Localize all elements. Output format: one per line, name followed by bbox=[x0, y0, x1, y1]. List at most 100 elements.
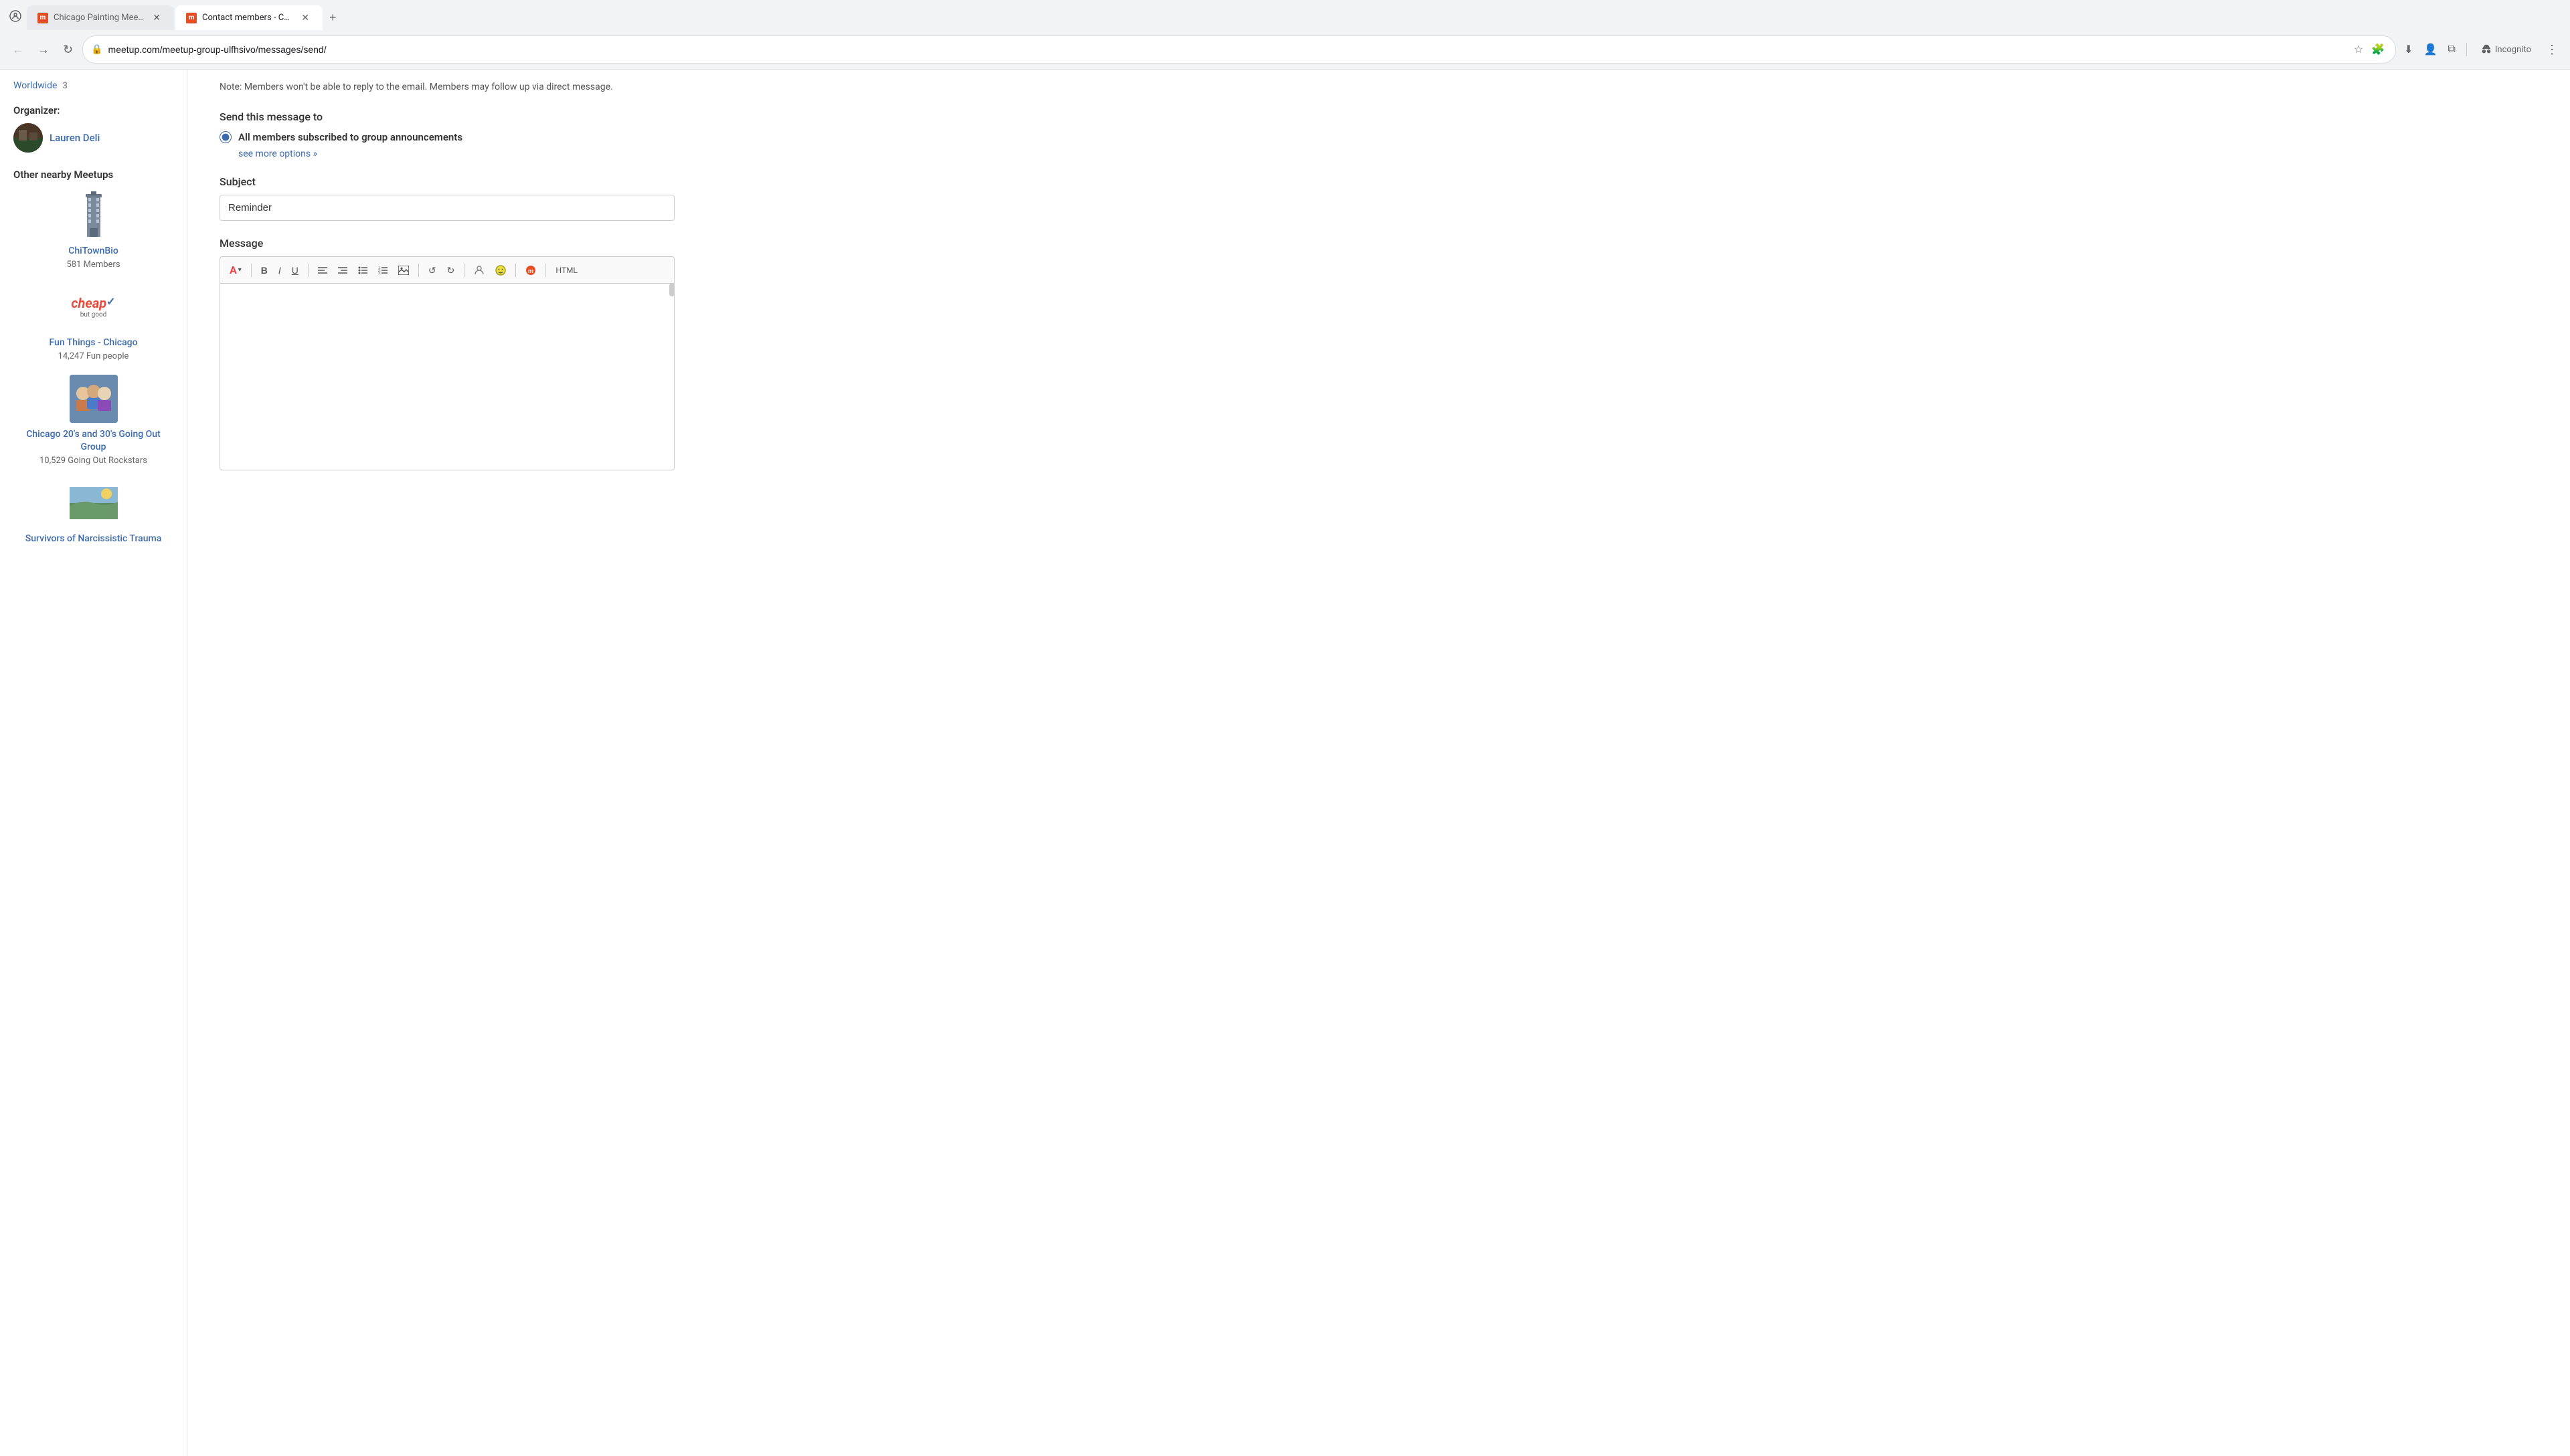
align-left-button[interactable] bbox=[314, 264, 331, 277]
worldwide-link[interactable]: Worldwide 3 bbox=[13, 80, 173, 91]
send-to-section: Send this message to All members subscri… bbox=[220, 110, 758, 159]
nearby-title: Other nearby Meetups bbox=[13, 169, 173, 181]
html-button[interactable]: HTML bbox=[551, 264, 582, 277]
tab2-title: Contact members - Chicago Pa... bbox=[202, 13, 293, 23]
address-bar[interactable]: 🔒 ☆ 🧩 bbox=[82, 35, 2396, 64]
extensions-button[interactable]: 🧩 bbox=[2369, 40, 2387, 59]
radio-option: All members subscribed to group announce… bbox=[220, 131, 758, 143]
tab1-favicon: m bbox=[37, 13, 48, 23]
italic-button[interactable]: I bbox=[274, 263, 285, 278]
tab2-favicon: m bbox=[186, 13, 197, 23]
see-more-options-link[interactable]: see more options » bbox=[238, 149, 758, 159]
chitownbio-name[interactable]: ChiTownBio bbox=[68, 245, 118, 257]
message-toolbar: A ▾ B I U 1.2.3 bbox=[220, 256, 675, 283]
worldwide-count: 3 bbox=[62, 81, 67, 91]
separator bbox=[2466, 43, 2467, 56]
toolbar-sep-2 bbox=[308, 264, 309, 277]
browser-chrome: m Chicago Painting Meetup Grou... ✕ m Co… bbox=[0, 0, 2570, 70]
bold-button[interactable]: B bbox=[257, 263, 272, 278]
organizer-label: Organizer: bbox=[13, 104, 173, 116]
meetup-item-fun-things: cheap✓ but good Fun Things - Chicago 14,… bbox=[13, 283, 173, 361]
meetup-item-survivors: Survivors of Narcissistic Trauma bbox=[13, 479, 173, 547]
cheap-subtext: but good bbox=[80, 311, 107, 318]
person-icon-button[interactable] bbox=[470, 262, 489, 278]
reload-button[interactable]: ↻ bbox=[59, 39, 77, 60]
all-members-radio[interactable] bbox=[220, 131, 232, 143]
ordered-list-button[interactable]: 1.2.3. bbox=[374, 264, 392, 277]
downloads-button[interactable]: ⬇ bbox=[2401, 40, 2415, 59]
fun-things-members: 14,247 Fun people bbox=[58, 351, 129, 361]
incognito-label: Incognito bbox=[2495, 45, 2531, 55]
avatar-image bbox=[13, 123, 43, 153]
profile-icon-button[interactable]: 👤 bbox=[2421, 40, 2440, 59]
survivors-thumbnail bbox=[70, 479, 118, 527]
font-dropdown[interactable]: A ▾ bbox=[226, 261, 246, 279]
incognito-badge: Incognito bbox=[2475, 41, 2537, 58]
fun-things-thumbnail: cheap✓ but good bbox=[70, 283, 118, 331]
svg-text:3.: 3. bbox=[378, 272, 381, 274]
meetup-item-going-out: Chicago 20's and 30's Going Out Group 10… bbox=[13, 375, 173, 465]
organizer-profile: Lauren Deli bbox=[13, 123, 173, 153]
send-label: Send this message to bbox=[220, 110, 758, 123]
main-content: Note: Members won't be able to reply to … bbox=[187, 70, 790, 1456]
align-right-button[interactable] bbox=[334, 264, 351, 277]
message-area-wrapper bbox=[220, 283, 675, 470]
new-tab-button[interactable]: + bbox=[324, 8, 342, 27]
toolbar-sep-3 bbox=[418, 264, 419, 277]
landscape-photo-image bbox=[70, 487, 118, 519]
subject-section: Subject bbox=[220, 175, 758, 221]
svg-text:m: m bbox=[528, 268, 533, 274]
redo-button[interactable]: ↻ bbox=[443, 263, 459, 278]
image-button[interactable] bbox=[394, 263, 413, 278]
address-bar-actions: ☆ 🧩 bbox=[2351, 40, 2387, 59]
survivors-name[interactable]: Survivors of Narcissistic Trauma bbox=[25, 533, 162, 545]
page-content: Worldwide 3 Organizer: bbox=[0, 70, 2570, 1456]
meetup-logo-button[interactable]: m bbox=[521, 262, 540, 278]
underline-button[interactable]: U bbox=[288, 263, 303, 278]
tab-contact-members[interactable]: m Contact members - Chicago Pa... ✕ bbox=[175, 5, 323, 30]
chitownbio-members: 581 Members bbox=[66, 260, 120, 270]
going-out-thumbnail bbox=[70, 375, 118, 423]
tab2-close-button[interactable]: ✕ bbox=[298, 11, 312, 25]
tab1-close-button[interactable]: ✕ bbox=[150, 11, 163, 25]
bookmark-button[interactable]: ☆ bbox=[2351, 40, 2366, 59]
subject-input[interactable] bbox=[220, 195, 675, 221]
toolbar-sep-5 bbox=[515, 264, 516, 277]
going-out-name[interactable]: Chicago 20's and 30's Going Out Group bbox=[13, 428, 173, 452]
nearby-meetups-section: Other nearby Meetups bbox=[13, 169, 173, 547]
font-label: A bbox=[230, 264, 237, 276]
window-button[interactable]: ⧉ bbox=[2445, 41, 2458, 58]
lock-icon: 🔒 bbox=[91, 44, 102, 55]
message-section: Message A ▾ B I U bbox=[220, 237, 758, 470]
message-editor[interactable] bbox=[220, 283, 675, 470]
tab-bar: m Chicago Painting Meetup Grou... ✕ m Co… bbox=[0, 0, 2570, 30]
message-label: Message bbox=[220, 237, 758, 250]
toolbar-sep-6 bbox=[545, 264, 546, 277]
undo-button[interactable]: ↺ bbox=[424, 263, 440, 278]
address-input[interactable] bbox=[108, 44, 2346, 55]
chrome-menu-button[interactable]: ⋮ bbox=[2542, 39, 2562, 61]
group-photo-image bbox=[70, 375, 118, 423]
organizer-section: Organizer: Lauren Deli bbox=[13, 104, 173, 153]
smiley-button[interactable] bbox=[491, 262, 510, 278]
scrollbar-indicator bbox=[669, 283, 675, 296]
cheap-logo: cheap✓ bbox=[71, 296, 115, 310]
tab1-title: Chicago Painting Meetup Grou... bbox=[54, 13, 145, 23]
profile-button[interactable] bbox=[5, 7, 25, 28]
avatar bbox=[13, 123, 43, 153]
font-dropdown-arrow: ▾ bbox=[238, 266, 242, 274]
back-button[interactable]: ← bbox=[8, 39, 28, 60]
fun-things-name[interactable]: Fun Things - Chicago bbox=[49, 337, 137, 349]
address-bar-row: ← → ↻ 🔒 ☆ 🧩 ⬇ 👤 ⧉ Incognito ⋮ bbox=[0, 30, 2570, 69]
worldwide-label: Worldwide bbox=[13, 80, 57, 91]
unordered-list-button[interactable] bbox=[354, 264, 371, 277]
tab-chicago-painting[interactable]: m Chicago Painting Meetup Grou... ✕ bbox=[27, 5, 174, 30]
chitownbio-thumbnail bbox=[70, 191, 118, 240]
radio-label: All members subscribed to group announce… bbox=[238, 131, 462, 143]
meetup-item-chitownbio: ChiTownBio 581 Members bbox=[13, 191, 173, 270]
organizer-name-link[interactable]: Lauren Deli bbox=[50, 132, 100, 144]
note-text: Note: Members won't be able to reply to … bbox=[220, 80, 758, 94]
subject-label: Subject bbox=[220, 175, 758, 188]
going-out-members: 10,529 Going Out Rockstars bbox=[39, 456, 147, 466]
forward-button[interactable]: → bbox=[33, 39, 54, 60]
